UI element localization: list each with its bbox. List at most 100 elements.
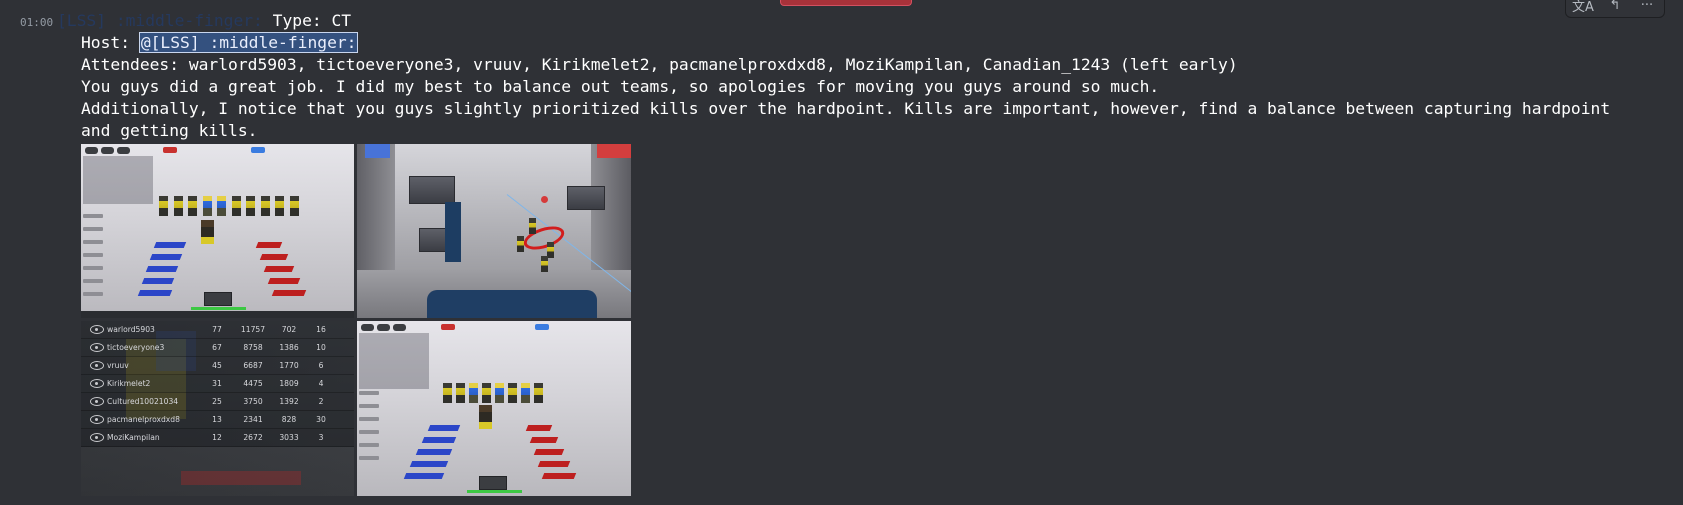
stat-3: 1392 [279, 397, 299, 406]
eye-icon [90, 397, 104, 406]
stat-2: 3750 [243, 397, 263, 406]
screenshot-arena[interactable] [357, 144, 631, 318]
stat-1: 31 [212, 379, 222, 388]
leaderboard-row: pacmanelproxdxd8 13 2341 828 30 [81, 411, 354, 429]
red-stripe [529, 437, 559, 443]
stat-4: 3 [318, 433, 324, 442]
spawn-pad [204, 292, 232, 306]
red-stripe [259, 254, 289, 260]
red-stripe [533, 449, 565, 455]
screenshot-lineup-1[interactable] [81, 144, 354, 318]
player-figure [517, 236, 524, 252]
health-bar [191, 307, 246, 310]
author-mention[interactable]: [LSS] :middle-finger: [57, 11, 263, 30]
eye-icon [90, 343, 104, 352]
game-sidebar [359, 391, 379, 469]
blue-ramp [427, 290, 597, 318]
red-stripe [525, 425, 553, 431]
stat-4: 4 [318, 379, 324, 388]
stat-2: 6687 [243, 361, 263, 370]
stat-1: 77 [212, 325, 222, 334]
stat-4: 10 [316, 343, 326, 352]
blue-stripe [403, 473, 445, 479]
stat-3: 702 [281, 325, 297, 334]
image-gallery: warlord5903 77 11757 702 16 tictoeveryon… [81, 144, 632, 497]
type-text: Type: CT [262, 11, 352, 30]
game-sidebar [83, 214, 103, 305]
blue-team-tag [251, 147, 265, 153]
stat-4: 30 [316, 415, 326, 424]
blue-pillar [445, 202, 461, 262]
red-stripe [541, 473, 577, 479]
stat-1: 67 [212, 343, 222, 352]
red-team-tag [441, 324, 455, 330]
stat-2: 2672 [243, 433, 263, 442]
player-figure [541, 256, 548, 272]
stat-1: 12 [212, 433, 222, 442]
stat-3: 1386 [279, 343, 299, 352]
crate [567, 186, 605, 210]
player-name: pacmanelproxdxd8 [107, 415, 180, 424]
leaderboard-table: warlord5903 77 11757 702 16 tictoeveryon… [81, 321, 354, 447]
eye-icon [90, 379, 104, 388]
player-name: Cultured10021034 [107, 397, 179, 406]
new-messages-indicator[interactable] [780, 0, 912, 6]
crate [409, 176, 455, 204]
stat-4: 16 [316, 325, 326, 334]
player-name: MoziKampilan [107, 433, 160, 442]
red-team-tag [163, 147, 177, 153]
screenshot-lineup-2[interactable] [357, 321, 631, 496]
player-name: Kirikmelet2 [107, 379, 151, 388]
stat-2: 4475 [243, 379, 263, 388]
screenshot-leaderboard[interactable]: warlord5903 77 11757 702 16 tictoeveryon… [81, 321, 354, 496]
stat-2: 2341 [243, 415, 263, 424]
leaderboard-row: Cultured10021034 25 3750 1392 2 [81, 393, 354, 411]
eye-icon [90, 433, 104, 442]
game-chatbox [359, 333, 429, 389]
stat-1: 45 [212, 361, 222, 370]
stat-4: 6 [318, 361, 324, 370]
blue-stripe [415, 449, 453, 455]
stat-3: 1809 [279, 379, 299, 388]
host-avatar [201, 220, 214, 244]
eye-icon [90, 415, 104, 424]
leaderboard-row: Kirikmelet2 31 4475 1809 4 [81, 375, 354, 393]
feedback-line-1: You guys did a great job. I did my best … [81, 77, 1160, 96]
stat-3: 828 [281, 415, 297, 424]
host-avatar [479, 405, 492, 429]
red-stripe [255, 242, 283, 248]
player-figure [529, 218, 536, 234]
host-label: Host: [81, 33, 140, 52]
leaderboard-row: MoziKampilan 12 2672 3033 3 [81, 429, 354, 447]
player-name: tictoeveryone3 [107, 343, 165, 352]
blue-stripe [141, 278, 175, 284]
leaderboard-row: vruuv 45 6687 1770 6 [81, 357, 354, 375]
feedback-line-2: Additionally, I notice that you guys sli… [81, 99, 1620, 140]
player-lineup [159, 188, 299, 216]
hud-buttons [361, 324, 406, 331]
blue-stripe [149, 254, 183, 260]
blue-stripe [153, 242, 187, 248]
red-stripe [267, 278, 301, 284]
blue-team-tag [535, 324, 549, 330]
hud-buttons [85, 147, 130, 154]
blue-stripe [427, 425, 461, 431]
game-chatbox [83, 156, 153, 204]
stat-2: 8758 [243, 343, 263, 352]
stat-3: 3033 [279, 433, 299, 442]
objective-pin [541, 196, 548, 203]
blue-stripe [145, 266, 179, 272]
chat-view: 文A ↰ ··· 01:00 [LSS] :middle-finger: Typ… [0, 0, 1683, 505]
eye-icon [90, 361, 104, 370]
host-line: Host: @[LSS] :middle-finger: [57, 32, 1657, 54]
red-stripe [537, 461, 571, 467]
taskbar [81, 311, 354, 318]
health-bar [467, 490, 522, 493]
stat-2: 11757 [240, 325, 266, 334]
host-mention[interactable]: @[LSS] :middle-finger: [138, 32, 359, 53]
leaderboard-row: warlord5903 77 11757 702 16 [81, 321, 354, 339]
message-timestamp[interactable]: 01:00 [20, 16, 53, 29]
player-lineup [443, 375, 543, 403]
player-name: vruuv [107, 361, 129, 370]
player-figure [547, 242, 554, 258]
